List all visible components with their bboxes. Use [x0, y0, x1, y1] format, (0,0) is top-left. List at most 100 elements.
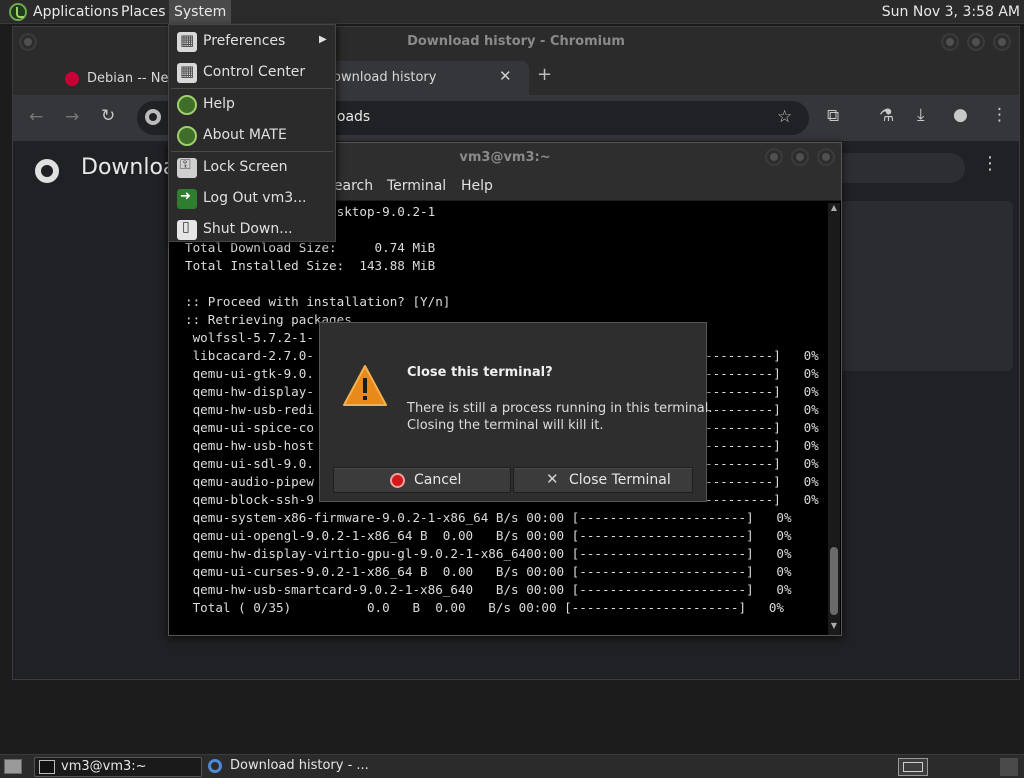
terminal-progress-fragment: ---------] 0% [705, 420, 819, 435]
menu-item-label: Control Center [203, 64, 306, 80]
terminal-line: :: Proceed with installation? [Y/n] [185, 294, 451, 309]
bookmark-star-icon[interactable]: ☆ [777, 107, 792, 127]
more-actions-icon[interactable]: ⋮ [981, 153, 999, 174]
reload-icon[interactable]: ↻ [101, 106, 115, 126]
terminal-line: qemu-ui-gtk-9.0. [185, 366, 314, 381]
tab-label: Download history [323, 70, 437, 85]
cancel-button-label: Cancel [414, 472, 462, 488]
chrome-menu-icon[interactable]: ⋮ [991, 105, 1008, 125]
terminal-icon [39, 760, 55, 774]
terminal-line: qemu-hw-usb-host [185, 438, 314, 453]
terminal-line: libcacard-2.7.0- [185, 348, 314, 363]
tab-close-icon[interactable]: ✕ [499, 67, 512, 85]
chromium-logo-icon [35, 159, 59, 183]
terminal-line: qemu-audio-pipew [185, 474, 314, 489]
lock-icon [177, 157, 197, 178]
dialog-message: There is still a process running in this… [407, 401, 713, 416]
terminal-line: qemu-ui-opengl-9.0.2-1-x86_64 B 0.00 B/s… [185, 528, 792, 543]
close-terminal-dialog: Close this terminal? There is still a pr… [319, 322, 712, 502]
dialog-message: Closing the terminal will kill it. [407, 418, 604, 433]
chromium-window-title: Download history - Chromium [407, 34, 625, 49]
warning-icon [343, 365, 387, 406]
menu-item-control-center[interactable]: Control Center [169, 57, 335, 88]
terminal-line: qemu-system-x86-firmware-9.0.2-1-x86_64 … [185, 510, 792, 525]
dialog-heading: Close this terminal? [407, 365, 553, 380]
menu-item-label: About MATE [203, 127, 287, 143]
menu-item-label: Help [203, 96, 235, 112]
terminal-progress-fragment: ---------] 0% [705, 384, 819, 399]
chromium-icon [208, 759, 222, 773]
mate-icon [177, 126, 197, 146]
system-menu-button[interactable]: System [169, 0, 232, 24]
search-downloads-input[interactable] [829, 153, 965, 183]
places-menu[interactable]: Places [116, 0, 171, 24]
terminal-line: wolfssl-5.7.2-1- [185, 330, 314, 345]
applications-menu[interactable]: Applications [28, 0, 124, 24]
downloads-icon[interactable]: ⤓ [917, 105, 925, 125]
terminal-maximize-button[interactable] [791, 148, 809, 166]
maximize-button[interactable] [967, 33, 985, 51]
mate-logo-icon[interactable] [9, 3, 27, 21]
menu-item-help[interactable]: Help [169, 89, 335, 120]
terminal-line: qemu-hw-usb-smartcard-9.0.2-1-x86_640 B/… [185, 582, 792, 597]
menu-item-lock-screen[interactable]: Lock Screen [169, 152, 335, 183]
menu-item-label: Log Out vm3... [203, 190, 307, 206]
control-center-icon [177, 62, 197, 83]
terminal-line: qemu-block-ssh-9 [185, 492, 314, 507]
terminal-menu-help[interactable]: Help [461, 178, 493, 194]
terminal-progress-fragment: ---------] 0% [705, 492, 819, 507]
terminal-line: qemu-ui-spice-co [185, 420, 314, 435]
forward-icon[interactable]: → [65, 107, 79, 127]
terminal-scrollbar[interactable]: ▲ ▼ [828, 203, 840, 635]
terminal-line: qemu-hw-display-virtio-gpu-gl-9.0.2-1-x8… [185, 546, 792, 561]
terminal-progress-fragment: ---------] 0% [705, 402, 819, 417]
address-bar-text: loads [333, 109, 371, 125]
page-title: Downloa [81, 155, 177, 180]
terminal-menu-terminal[interactable]: Terminal [387, 178, 446, 194]
trash-icon[interactable] [1000, 758, 1018, 776]
workspace-switcher[interactable] [898, 758, 928, 776]
menu-item-about-mate[interactable]: About MATE [169, 120, 335, 151]
taskbar-item-label: vm3@vm3:~ [61, 759, 147, 774]
back-icon[interactable]: ← [29, 107, 43, 127]
scroll-up-arrow-icon[interactable]: ▲ [828, 203, 840, 215]
close-window-button[interactable] [993, 33, 1011, 51]
extensions-icon[interactable]: ⧉ [827, 106, 839, 126]
submenu-arrow-icon: ▶ [319, 34, 327, 45]
scrollbar-thumb[interactable] [830, 547, 838, 615]
taskbar-item-chromium[interactable]: Download history - ... [204, 757, 372, 777]
workspace-1[interactable] [903, 762, 923, 772]
show-desktop-icon[interactable] [4, 759, 22, 774]
minimize-button[interactable] [941, 33, 959, 51]
terminal-minimize-button[interactable] [765, 148, 783, 166]
menu-item-log-out[interactable]: Log Out vm3... [169, 183, 335, 214]
cancel-button[interactable]: Cancel [333, 467, 511, 493]
close-terminal-button[interactable]: ✕ Close Terminal [513, 467, 693, 493]
scroll-down-arrow-icon[interactable]: ▼ [828, 621, 840, 633]
terminal-progress-fragment: ---------] 0% [705, 366, 819, 381]
profile-icon[interactable]: ● [953, 105, 968, 125]
menu-item-label: Shut Down... [203, 221, 293, 237]
terminal-progress-fragment: ---------] 0% [705, 474, 819, 489]
shutdown-icon [177, 219, 197, 240]
new-tab-icon[interactable]: + [537, 64, 552, 85]
help-icon [177, 95, 197, 115]
terminal-line: qemu-ui-sdl-9.0. [185, 456, 314, 471]
system-menu: Preferences ▶ Control Center Help About … [168, 24, 336, 242]
menu-item-preferences[interactable]: Preferences ▶ [169, 26, 335, 57]
chromium-titlebar[interactable]: Download history - Chromium [13, 27, 1019, 59]
terminal-line: Total Installed Size: 143.88 MiB [185, 258, 436, 273]
logout-icon [177, 189, 197, 209]
taskbar-item-terminal[interactable]: vm3@vm3:~ [34, 757, 202, 777]
menu-item-shut-down[interactable]: Shut Down... [169, 214, 335, 245]
terminal-line: qemu-hw-display- [185, 384, 314, 399]
terminal-close-button[interactable] [817, 148, 835, 166]
menu-item-label: Preferences [203, 33, 286, 49]
labs-flask-icon[interactable]: ⚗ [879, 106, 894, 126]
close-terminal-button-label: Close Terminal [569, 472, 671, 488]
clock[interactable]: Sun Nov 3, 3:58 AM [882, 0, 1020, 24]
debian-icon [65, 72, 79, 86]
preferences-icon [177, 31, 197, 52]
chromium-toolbar: ← → ↻ loads ☆ ⧉ ⚗ ⤓ ● ⋮ [13, 95, 1019, 141]
cancel-icon [390, 473, 405, 488]
